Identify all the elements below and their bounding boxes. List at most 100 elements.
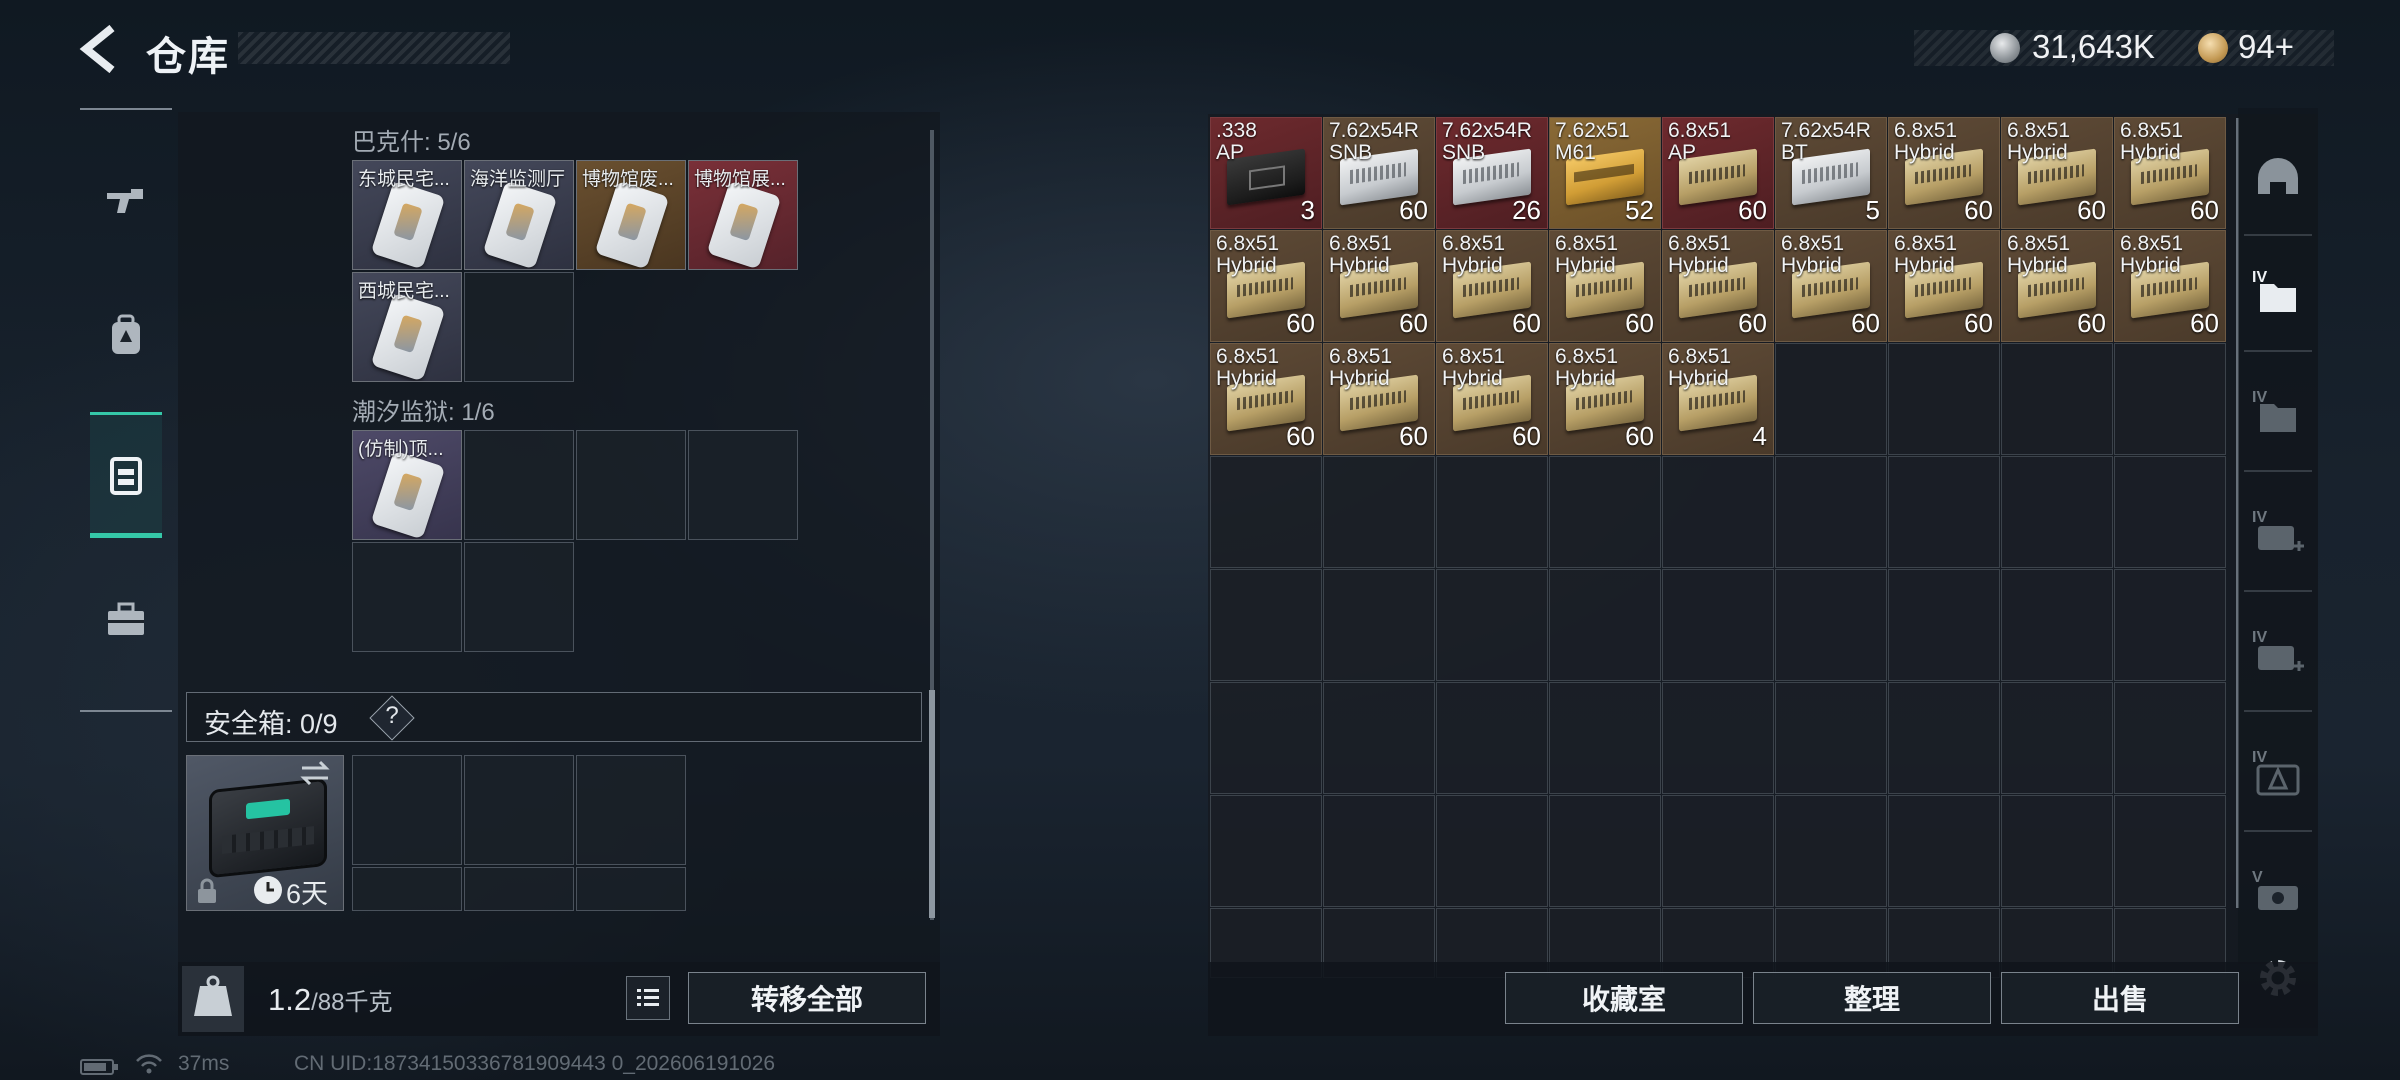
ammo-item[interactable]: 6.8x51 Hybrid 60 (1323, 230, 1435, 342)
key-item[interactable]: 西城民宅... (352, 272, 462, 382)
ammo-item[interactable]: 7.62x54R SNB 26 (1436, 117, 1548, 229)
empty-slot[interactable] (576, 755, 686, 865)
empty-slot[interactable] (464, 272, 574, 382)
stash-tab-2[interactable]: IV (2250, 386, 2306, 442)
ammo-item[interactable]: 6.8x51 Hybrid 60 (1436, 230, 1548, 342)
stash-tab-5[interactable]: IV (2250, 746, 2306, 802)
ammo-item[interactable]: 6.8x51 Hybrid 60 (1662, 230, 1774, 342)
ammo-item[interactable]: 6.8x51 Hybrid 60 (1436, 343, 1548, 455)
empty-slot[interactable] (688, 430, 798, 540)
key-item[interactable]: (仿制)顶... (352, 430, 462, 540)
ammo-item[interactable]: 6.8x51 Hybrid 60 (2001, 117, 2113, 229)
left-scrollbar-thumb[interactable] (929, 690, 935, 918)
ammo-item[interactable]: 7.62x54R SNB 60 (1323, 117, 1435, 229)
empty-stash-slot[interactable] (1662, 682, 1774, 794)
nav-toolbox[interactable] (90, 556, 162, 682)
nav-weapons[interactable] (90, 138, 162, 264)
empty-stash-slot[interactable] (2001, 569, 2113, 681)
empty-stash-slot[interactable] (1662, 795, 1774, 907)
list-view-button[interactable] (626, 976, 670, 1020)
empty-stash-slot[interactable] (2001, 456, 2113, 568)
empty-slot[interactable] (352, 755, 462, 865)
empty-stash-slot[interactable] (1549, 682, 1661, 794)
empty-stash-slot[interactable] (1549, 456, 1661, 568)
empty-slot[interactable] (576, 867, 686, 911)
ammo-item[interactable]: .338 AP 3 (1210, 117, 1322, 229)
transfer-all-button[interactable]: 转移全部 (688, 972, 926, 1024)
key-item[interactable]: 博物馆展... (688, 160, 798, 270)
empty-stash-slot[interactable] (1323, 682, 1435, 794)
empty-stash-slot[interactable] (1323, 795, 1435, 907)
empty-slot[interactable] (576, 430, 686, 540)
empty-slot[interactable] (464, 867, 574, 911)
nav-vest[interactable] (90, 412, 162, 538)
ammo-item[interactable]: 6.8x51 Hybrid 60 (1549, 230, 1661, 342)
empty-stash-slot[interactable] (1436, 795, 1548, 907)
empty-slot[interactable] (464, 755, 574, 865)
collection-button[interactable]: 收藏室 (1505, 972, 1743, 1024)
ammo-item[interactable]: 6.8x51 Hybrid 60 (2114, 230, 2226, 342)
empty-stash-slot[interactable] (1210, 456, 1322, 568)
key-item[interactable]: 博物馆废... (576, 160, 686, 270)
key-item[interactable]: 海洋监测厅 (464, 160, 574, 270)
empty-stash-slot[interactable] (1436, 456, 1548, 568)
empty-stash-slot[interactable] (1210, 795, 1322, 907)
ammo-item[interactable]: 6.8x51 AP 60 (1662, 117, 1774, 229)
empty-stash-slot[interactable] (1888, 795, 2000, 907)
empty-stash-slot[interactable] (2114, 456, 2226, 568)
ammo-item[interactable]: 6.8x51 Hybrid 60 (1323, 343, 1435, 455)
empty-stash-slot[interactable] (2114, 343, 2226, 455)
helmet-tab[interactable] (2250, 150, 2306, 206)
ammo-item[interactable]: 7.62x51 M61 52 (1549, 117, 1661, 229)
empty-stash-slot[interactable] (2001, 343, 2113, 455)
empty-stash-slot[interactable] (1888, 569, 2000, 681)
empty-stash-slot[interactable] (1323, 569, 1435, 681)
stash-tab-4[interactable]: IV (2250, 626, 2306, 682)
ammo-item[interactable]: 6.8x51 Hybrid 60 (1210, 343, 1322, 455)
nav-backpack[interactable] (90, 272, 162, 398)
ammo-item[interactable]: 6.8x51 Hybrid 4 (1662, 343, 1774, 455)
empty-stash-slot[interactable] (2114, 682, 2226, 794)
empty-stash-slot[interactable] (1436, 682, 1548, 794)
empty-stash-slot[interactable] (1775, 343, 1887, 455)
empty-stash-slot[interactable] (1888, 682, 2000, 794)
ammo-item[interactable]: 6.8x51 Hybrid 60 (2114, 117, 2226, 229)
empty-stash-slot[interactable] (1210, 682, 1322, 794)
empty-stash-slot[interactable] (1210, 569, 1322, 681)
ammo-item[interactable]: 6.8x51 Hybrid 60 (1888, 230, 2000, 342)
gold-amount[interactable]: 94+ (2238, 28, 2294, 66)
key-item[interactable]: 东城民宅... (352, 160, 462, 270)
organize-button[interactable]: 整理 (1753, 972, 1991, 1024)
empty-stash-slot[interactable] (1662, 456, 1774, 568)
ammo-item[interactable]: 6.8x51 Hybrid 60 (1549, 343, 1661, 455)
empty-stash-slot[interactable] (1549, 795, 1661, 907)
ammo-item[interactable]: 6.8x51 Hybrid 60 (1775, 230, 1887, 342)
ammo-item[interactable]: 6.8x51 Hybrid 60 (1888, 117, 2000, 229)
empty-stash-slot[interactable] (1775, 456, 1887, 568)
ammo-item[interactable]: 6.8x51 Hybrid 60 (1210, 230, 1322, 342)
empty-stash-slot[interactable] (1549, 569, 1661, 681)
empty-stash-slot[interactable] (2114, 795, 2226, 907)
empty-stash-slot[interactable] (1436, 569, 1548, 681)
stash-tab-6[interactable]: V (2250, 866, 2306, 922)
empty-slot[interactable] (464, 430, 574, 540)
empty-stash-slot[interactable] (1775, 569, 1887, 681)
swap-icon[interactable] (298, 758, 332, 788)
stash-tab-1[interactable]: IV (2250, 266, 2306, 322)
empty-stash-slot[interactable] (1775, 795, 1887, 907)
ammo-item[interactable]: 7.62x54R BT 5 (1775, 117, 1887, 229)
empty-stash-slot[interactable] (2001, 795, 2113, 907)
empty-stash-slot[interactable] (2114, 569, 2226, 681)
sell-button[interactable]: 出售 (2001, 972, 2239, 1024)
empty-slot[interactable] (352, 867, 462, 911)
empty-slot[interactable] (352, 542, 462, 652)
stash-tab-3[interactable]: IV (2250, 506, 2306, 562)
empty-stash-slot[interactable] (1775, 682, 1887, 794)
back-arrow-icon[interactable] (72, 22, 126, 76)
empty-stash-slot[interactable] (2001, 682, 2113, 794)
empty-stash-slot[interactable] (1323, 456, 1435, 568)
ammo-item[interactable]: 6.8x51 Hybrid 60 (2001, 230, 2113, 342)
empty-slot[interactable] (464, 542, 574, 652)
empty-stash-slot[interactable] (1888, 343, 2000, 455)
empty-stash-slot[interactable] (1888, 456, 2000, 568)
